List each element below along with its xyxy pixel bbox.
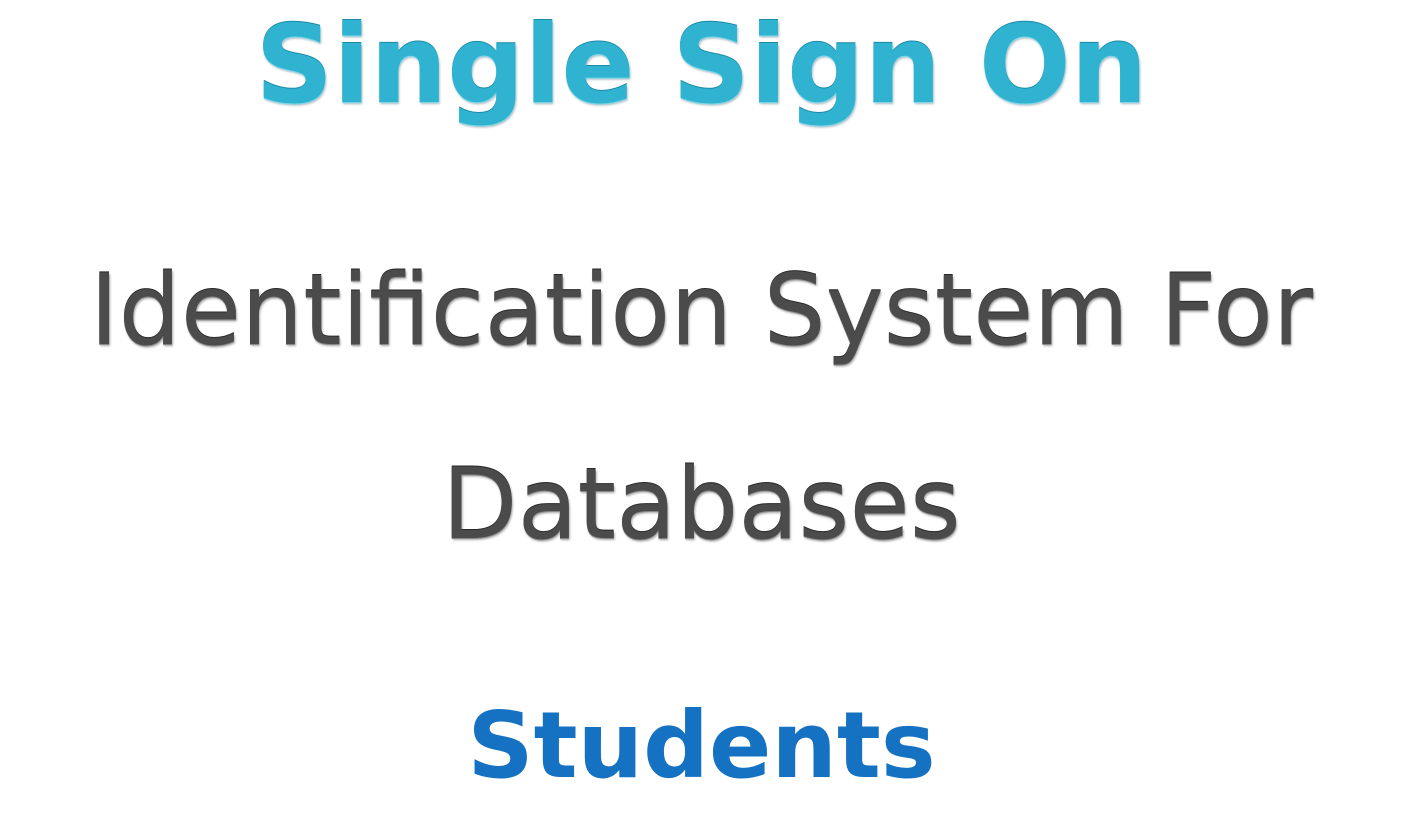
slide: Single Sign On Identification System For… [0, 0, 1403, 815]
slide-subtitle-line-2: Databases [442, 448, 961, 562]
slide-footer-text: Students [467, 692, 936, 799]
slide-subtitle-line-1: Identification System For [89, 254, 1314, 368]
slide-title: Single Sign On [255, 3, 1148, 128]
